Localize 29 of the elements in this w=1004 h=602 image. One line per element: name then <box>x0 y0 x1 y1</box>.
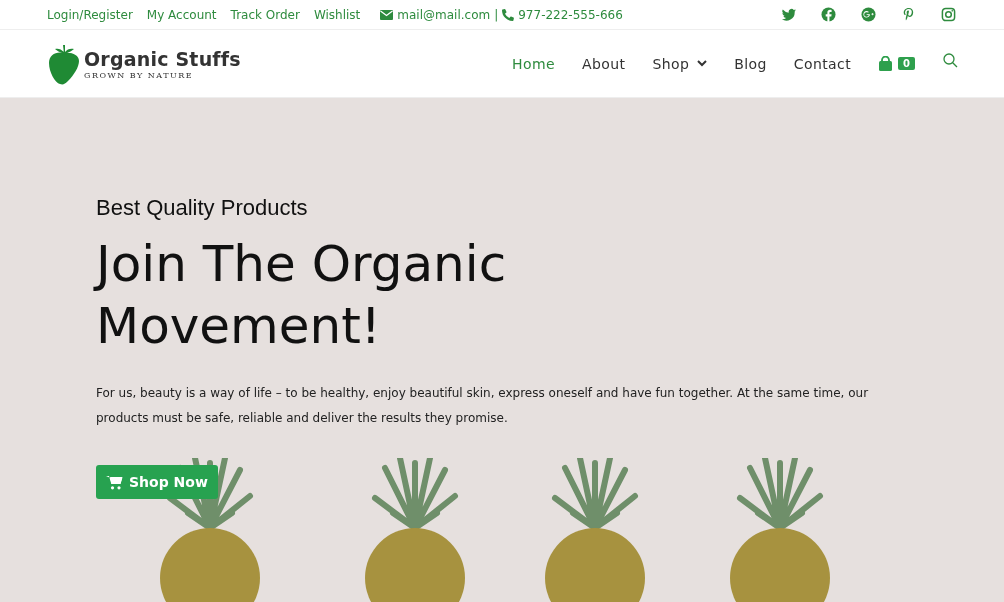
pinterest-icon[interactable] <box>901 7 916 22</box>
nav-link[interactable]: Contact <box>793 55 852 72</box>
hero-text: For us, beauty is a way of life – to be healthy, enjoy beautiful skin, express oneself and have fun together. At the same time, our products must be safe, reliable and deliver the results they promise. <box>96 385 870 427</box>
hero-subtitle: Best Quality Products <box>96 195 309 221</box>
email-link[interactable]: mail@mail.com <box>397 7 491 22</box>
shop-now-button[interactable]: Shop Now <box>96 465 218 499</box>
separator-text: | <box>494 7 499 22</box>
cart-count-badge: 0 <box>898 57 915 70</box>
nav-link[interactable]: About <box>582 55 626 72</box>
top-link[interactable]: Wishlist <box>313 7 361 22</box>
cart-icon <box>106 474 123 490</box>
search-icon[interactable] <box>943 53 958 68</box>
google-plus-icon[interactable] <box>861 7 876 22</box>
phone-link[interactable]: 977-222-555-666 <box>518 7 623 22</box>
top-link[interactable]: Login/Register <box>47 7 133 22</box>
strawberry-icon <box>48 42 80 85</box>
phone-icon <box>502 8 515 21</box>
twitter-icon[interactable] <box>781 7 796 22</box>
nav-link[interactable]: Blog <box>734 55 767 72</box>
mail-icon <box>380 9 394 20</box>
instagram-icon[interactable] <box>941 7 956 22</box>
top-link[interactable]: My Account <box>146 7 217 22</box>
shopping-bag-icon[interactable] <box>878 56 894 71</box>
top-link[interactable]: Track Order <box>230 7 300 22</box>
nav-link[interactable]: Shop <box>652 55 708 72</box>
nav-link[interactable]: Home <box>512 55 555 72</box>
logo-tagline: GROWN BY NATURE <box>84 70 195 80</box>
logo-name: Organic Stuffs <box>84 47 241 70</box>
facebook-icon[interactable] <box>821 7 836 22</box>
